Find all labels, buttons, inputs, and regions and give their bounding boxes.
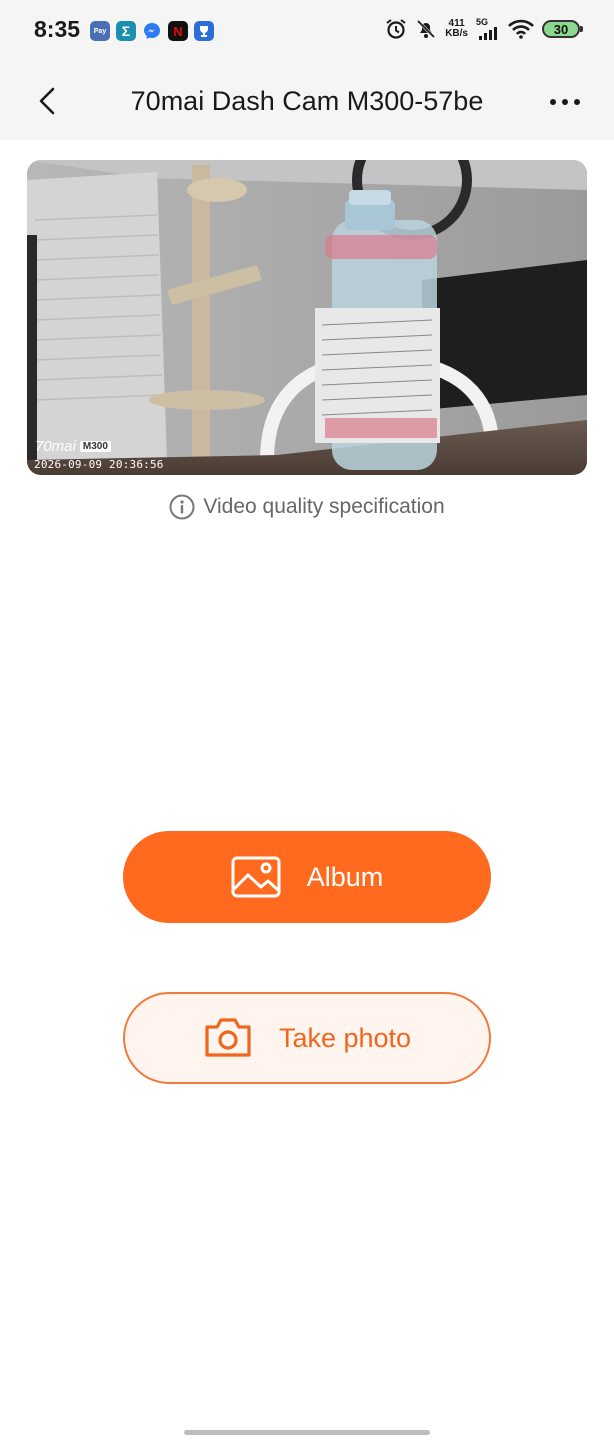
- camera-feed-image: [27, 160, 587, 475]
- preview-brand-overlay: 70mai M300: [35, 438, 111, 455]
- more-options-button[interactable]: [544, 88, 586, 116]
- app-header: 70mai Dash Cam M300-57be: [0, 62, 614, 140]
- album-button[interactable]: Album: [123, 831, 491, 923]
- video-quality-link[interactable]: Video quality specification: [0, 494, 614, 520]
- payment-app-icon: Pay: [90, 21, 110, 41]
- model-badge: M300: [79, 441, 111, 452]
- status-time: 8:35: [34, 16, 81, 42]
- network-type: 5G: [476, 17, 489, 27]
- more-dot-icon: [562, 99, 568, 105]
- system-icons: 411 KB/s 5G 30: [385, 18, 583, 40]
- more-dot-icon: [550, 99, 556, 105]
- page-title: 70mai Dash Cam M300-57be: [130, 86, 484, 116]
- album-button-label: Album: [306, 861, 384, 892]
- image-icon: [231, 856, 281, 898]
- take-photo-label: Take photo: [278, 1022, 412, 1053]
- info-icon: [169, 494, 195, 520]
- preview-timestamp: 2026-09-09 20:36:56: [34, 458, 164, 471]
- page: 8:35 Pay Σ N 411 KB/s 5G 30 70mai Dash C…: [0, 0, 614, 1440]
- wifi-icon: [508, 19, 534, 39]
- more-dot-icon: [574, 99, 580, 105]
- bell-off-icon: [417, 19, 436, 39]
- messenger-icon: [142, 21, 162, 41]
- netflix-icon: N: [168, 21, 188, 41]
- alarm-icon: [386, 19, 406, 39]
- signal-indicator: 5G: [476, 18, 500, 40]
- video-quality-label: Video quality specification: [203, 495, 445, 518]
- camera-icon: [205, 1018, 251, 1057]
- net-speed-unit: KB/s: [445, 28, 468, 39]
- status-bar: 8:35 Pay Σ N 411 KB/s 5G 30: [0, 0, 614, 62]
- brand-logo-text: 70mai: [35, 438, 76, 455]
- trophy-app-icon: [194, 21, 214, 41]
- home-indicator[interactable]: [184, 1430, 430, 1435]
- sigma-app-icon: Σ: [116, 21, 136, 41]
- take-photo-button[interactable]: Take photo: [123, 992, 491, 1084]
- camera-preview[interactable]: 70mai M300 2026-09-09 20:36:56: [27, 160, 587, 475]
- battery-indicator: 30: [542, 20, 583, 38]
- signal-icon: [479, 27, 497, 40]
- network-speed: 411 KB/s: [445, 19, 468, 39]
- notification-icons: Pay Σ N: [90, 21, 214, 41]
